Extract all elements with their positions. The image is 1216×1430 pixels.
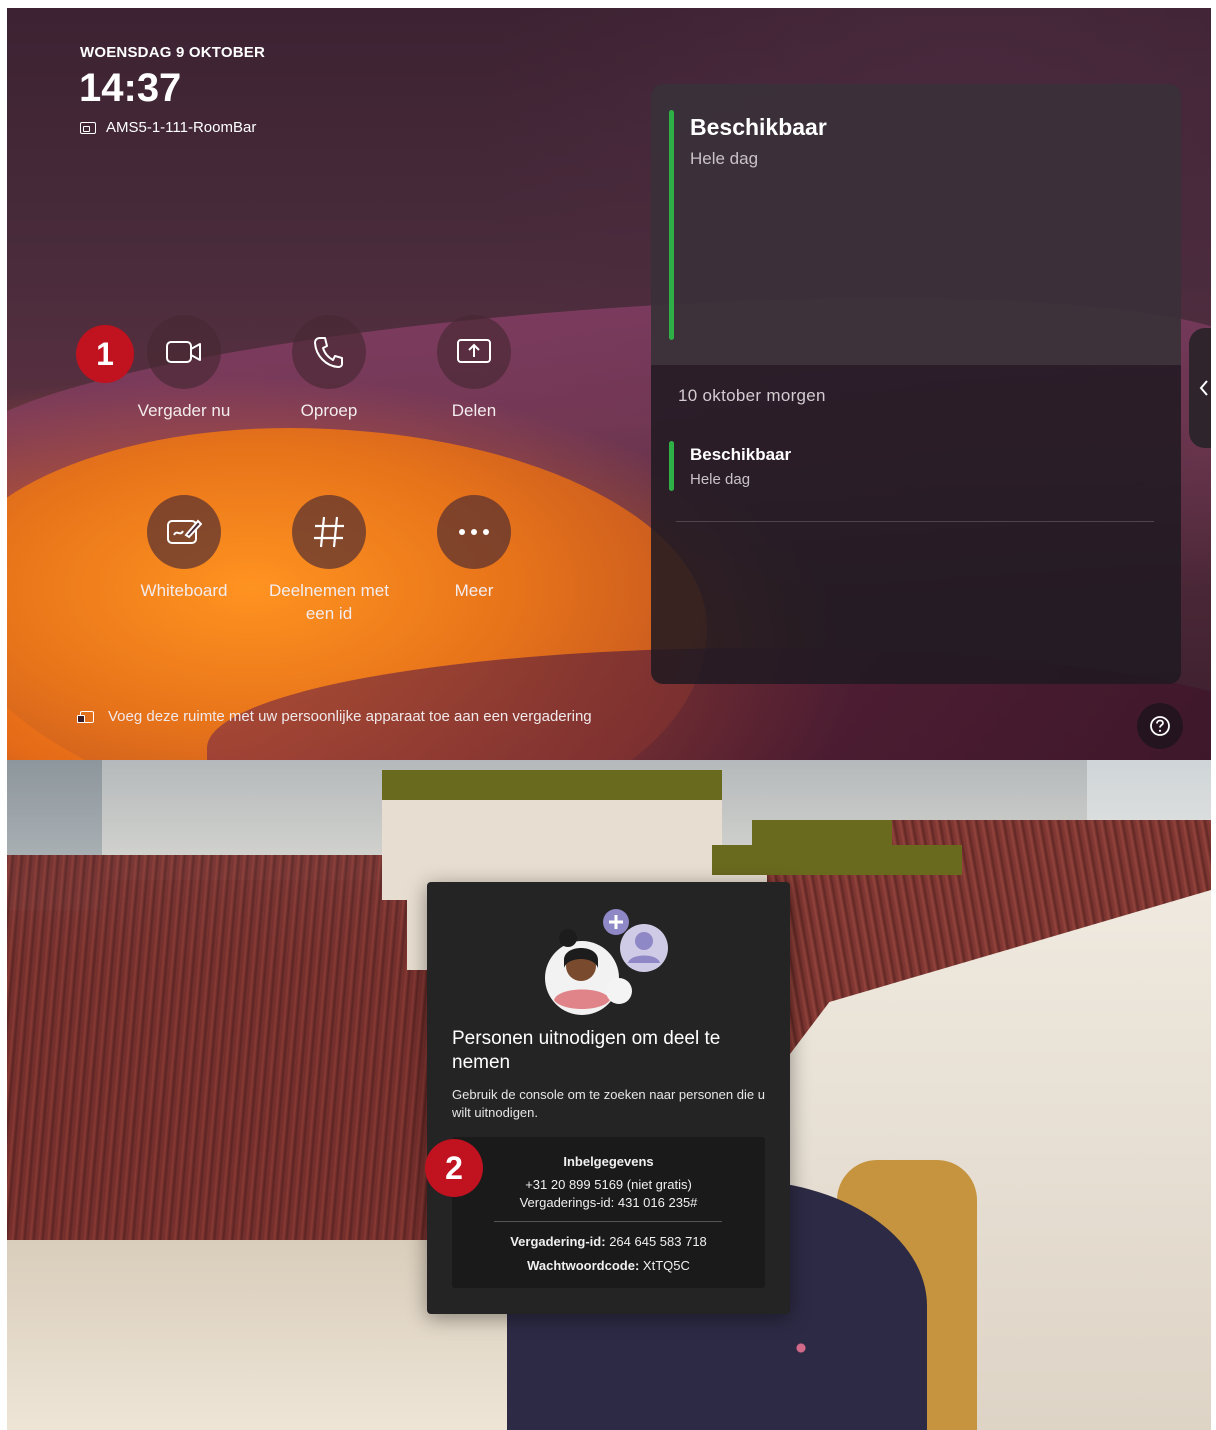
passcode-value: XtTQ5C	[642, 1258, 690, 1273]
side-panel-toggle[interactable]	[1189, 328, 1211, 448]
action-delen[interactable]: Delen	[404, 315, 544, 422]
action-label: Deelnemen met een id	[268, 581, 389, 623]
device-icon	[80, 121, 96, 134]
device-name: AMS5-1-111-RoomBar	[80, 119, 256, 136]
add-room-note[interactable]: Voeg deze ruimte met uw persoonlijke app…	[77, 708, 592, 725]
chevron-left-icon	[1199, 380, 1208, 396]
share-screen-icon	[437, 315, 511, 389]
whiteboard-icon	[147, 495, 221, 569]
action-whiteboard[interactable]: Whiteboard	[114, 495, 254, 602]
meeting-id-value: 264 645 583 718	[609, 1234, 707, 1249]
action-meer[interactable]: Meer	[404, 495, 544, 602]
calendar-next-subtitle: Hele dag	[690, 471, 751, 488]
dial-in-divider	[494, 1221, 722, 1222]
calendar-next-title: Beschikbaar	[690, 445, 792, 464]
action-label: Whiteboard	[140, 581, 228, 600]
dial-in-meeting-id: Vergaderings-id: 431 016 235#	[519, 1195, 698, 1210]
more-icon	[437, 495, 511, 569]
dial-in-heading: Inbelgegevens	[563, 1154, 654, 1169]
step-badge-1: 1	[76, 325, 134, 383]
devices-icon	[77, 710, 94, 723]
passcode-row: Wachtwoordcode: XtTQ5C	[452, 1258, 765, 1273]
action-oproep[interactable]: Oproep	[259, 315, 399, 422]
home-screen: WOENSDAG 9 OKTOBER 14:37 AMS5-1-111-Room…	[7, 8, 1211, 760]
availability-bar	[669, 441, 674, 491]
dial-in-number: +31 20 899 5169 (niet gratis)	[525, 1177, 692, 1192]
device-name-label: AMS5-1-111-RoomBar	[106, 119, 257, 136]
calendar-current-slot[interactable]: Beschikbaar Hele dag	[651, 84, 1181, 365]
passcode-label: Wachtwoordcode:	[527, 1258, 640, 1273]
date-label: WOENSDAG 9 OKTOBER	[80, 44, 266, 61]
calendar-current-title: Beschikbaar	[690, 114, 827, 140]
step-badge-2: 2	[425, 1139, 483, 1197]
meeting-id-label: Vergadering-id:	[510, 1234, 606, 1249]
hash-icon	[292, 495, 366, 569]
dial-in-details: Inbelgegevens +31 20 899 5169 (niet grat…	[452, 1137, 765, 1288]
invite-people-icon	[544, 908, 674, 1018]
video-camera-icon	[147, 315, 221, 389]
bench-cushion	[382, 770, 722, 800]
action-vergader-nu[interactable]: Vergader nu	[114, 315, 254, 422]
action-label: Meer	[454, 581, 494, 600]
help-icon	[1150, 716, 1170, 736]
action-label: Oproep	[300, 401, 358, 420]
availability-bar	[669, 110, 674, 340]
action-deelnemen-met-id[interactable]: Deelnemen met een id	[259, 495, 399, 625]
invite-description: Gebruik de console om te zoeken naar per…	[452, 1087, 765, 1120]
calendar-day-label: 10 oktober morgen	[678, 386, 826, 405]
meeting-id-row: Vergadering-id: 264 645 583 718	[452, 1234, 765, 1249]
time-label: 14:37	[79, 66, 182, 110]
phone-icon	[292, 315, 366, 389]
help-button[interactable]	[1137, 703, 1183, 749]
add-room-note-text: Voeg deze ruimte met uw persoonlijke app…	[108, 708, 592, 725]
calendar-current-subtitle: Hele dag	[690, 149, 759, 168]
calendar-panel: Beschikbaar Hele dag 10 oktober morgen B…	[651, 84, 1181, 684]
action-label: Delen	[451, 401, 497, 420]
calendar-divider	[676, 521, 1154, 522]
action-label: Vergader nu	[137, 401, 231, 420]
invite-card: Personen uitnodigen om deel te nemen Geb…	[427, 882, 790, 1314]
invite-title: Personen uitnodigen om deel te nemen	[452, 1028, 721, 1073]
bench-cushion	[752, 820, 892, 850]
